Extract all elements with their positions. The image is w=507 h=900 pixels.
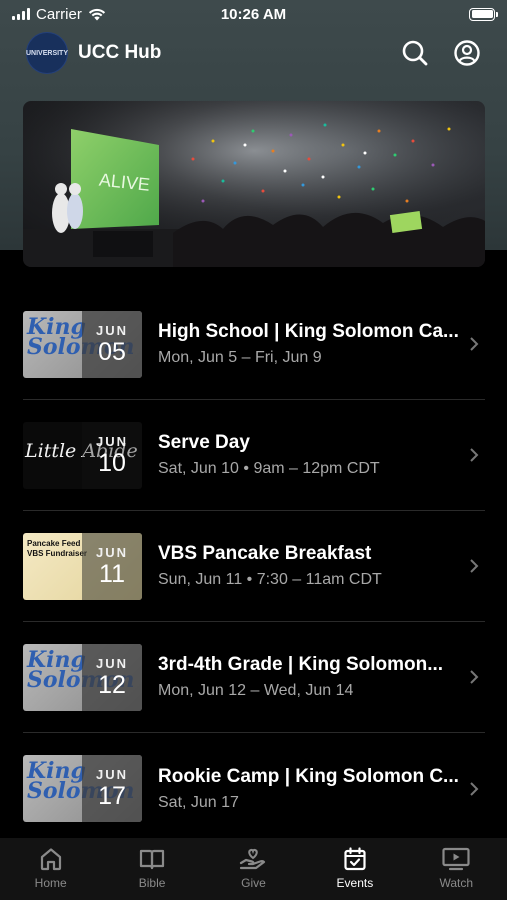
tab-label: Watch [439, 876, 474, 890]
chevron-right-icon [470, 670, 479, 684]
event-info: Rookie Camp | King Solomon C... Sat, Jun… [158, 766, 485, 812]
home-icon [40, 848, 61, 871]
event-title: 3rd-4th Grade | King Solomon... [158, 654, 444, 675]
event-day: 10 [98, 448, 126, 477]
event-date: JUN 05 [82, 310, 142, 378]
thumb-text: Pancake Feed VBS Fundraiser [27, 538, 88, 558]
event-subtitle: Sun, Jun 11 • 7:30 – 11am CDT [158, 571, 382, 588]
profile-icon[interactable] [453, 39, 481, 67]
tab-bible[interactable]: Bible [107, 846, 197, 890]
app-title: UCC Hub [78, 42, 162, 63]
tab-label: Give [241, 876, 266, 890]
event-month: JUN [95, 655, 128, 671]
header-actions [401, 39, 481, 67]
event-subtitle: Mon, Jun 12 – Wed, Jun 14 [158, 682, 354, 699]
event-info: VBS Pancake Breakfast Sun, Jun 11 • 7:30… [158, 543, 485, 589]
church-logo[interactable]: UNIVERSITY [26, 32, 68, 74]
chevron-right-icon [470, 781, 479, 796]
app-header: UNIVERSITY UCC Hub [0, 30, 507, 76]
calendar-icon [344, 847, 366, 871]
event-date: JUN 11 [82, 532, 142, 600]
event-thumbnail: Little Abide JUN 10 [23, 421, 142, 489]
event-title: VBS Pancake Breakfast [158, 543, 372, 564]
carrier-label: Carrier [36, 5, 82, 23]
chevron-right-icon [470, 559, 479, 573]
status-bar: Carrier 10:26 AM [0, 0, 507, 28]
battery-icon [469, 7, 498, 21]
event-month: JUN [95, 433, 128, 449]
chevron-right-icon [470, 448, 479, 462]
event-row[interactable]: Pancake Feed VBS Fundraiser JUN 11 VBS P… [23, 511, 485, 622]
tab-events[interactable]: Events [310, 846, 400, 890]
book-icon [139, 849, 165, 870]
tab-watch[interactable]: Watch [411, 846, 501, 890]
event-day: 12 [98, 670, 126, 699]
event-title: Rookie Camp | King Solomon C... [158, 765, 459, 787]
event-row[interactable]: King Solomon JUN 12 3rd-4th Grade | King… [23, 622, 485, 733]
wifi-icon [88, 8, 105, 20]
status-left: Carrier [12, 6, 106, 23]
event-month: JUN [95, 767, 128, 782]
tab-bar: Home Bible Give Events Watch [0, 838, 507, 900]
event-row[interactable]: King Solomon JUN 05 High School | King S… [23, 289, 485, 400]
tab-home[interactable]: Home [6, 846, 96, 890]
event-thumbnail: King Solomon JUN 17 [23, 755, 142, 822]
event-info: 3rd-4th Grade | King Solomon... Mon, Jun… [158, 654, 485, 700]
event-date: JUN 10 [82, 421, 142, 489]
event-title: Serve Day [158, 432, 250, 453]
give-icon [240, 848, 266, 870]
event-date: JUN 12 [82, 643, 142, 711]
event-subtitle: Sat, Jun 10 • 9am – 12pm CDT [158, 460, 380, 477]
chevron-right-icon [470, 337, 479, 351]
event-day: 05 [98, 337, 126, 366]
tab-label: Home [34, 876, 67, 890]
event-subtitle: Sat, Jun 17 [158, 793, 239, 811]
tab-give[interactable]: Give [208, 846, 298, 890]
event-day: 11 [99, 559, 125, 588]
event-info: High School | King Solomon Ca... Mon, Ju… [158, 321, 485, 367]
event-subtitle: Mon, Jun 5 – Fri, Jun 9 [158, 349, 322, 366]
search-icon[interactable] [401, 39, 429, 67]
event-thumbnail: King Solomon JUN 12 [23, 643, 142, 711]
event-title: High School | King Solomon Ca... [158, 321, 459, 342]
event-month: JUN [95, 544, 128, 560]
tab-label: Events [336, 876, 374, 890]
event-month: JUN [95, 322, 128, 338]
event-row[interactable]: King Solomon JUN 17 Rookie Camp | King S… [23, 733, 485, 844]
event-thumbnail: Pancake Feed VBS Fundraiser JUN 11 [23, 532, 142, 600]
featured-hero-image[interactable]: ALIVE [23, 101, 485, 267]
signal-icon [12, 8, 30, 20]
event-row[interactable]: Little Abide JUN 10 Serve Day Sat, Jun 1… [23, 400, 485, 511]
event-info: Serve Day Sat, Jun 10 • 9am – 12pm CDT [158, 432, 485, 478]
event-day: 17 [98, 782, 126, 810]
tv-icon [442, 847, 470, 871]
event-date: JUN 17 [82, 755, 142, 822]
logo-text: UNIVERSITY [26, 49, 69, 57]
events-list: King Solomon JUN 05 High School | King S… [23, 289, 485, 844]
event-thumbnail: King Solomon JUN 05 [23, 310, 142, 378]
tab-label: Bible [138, 876, 166, 890]
